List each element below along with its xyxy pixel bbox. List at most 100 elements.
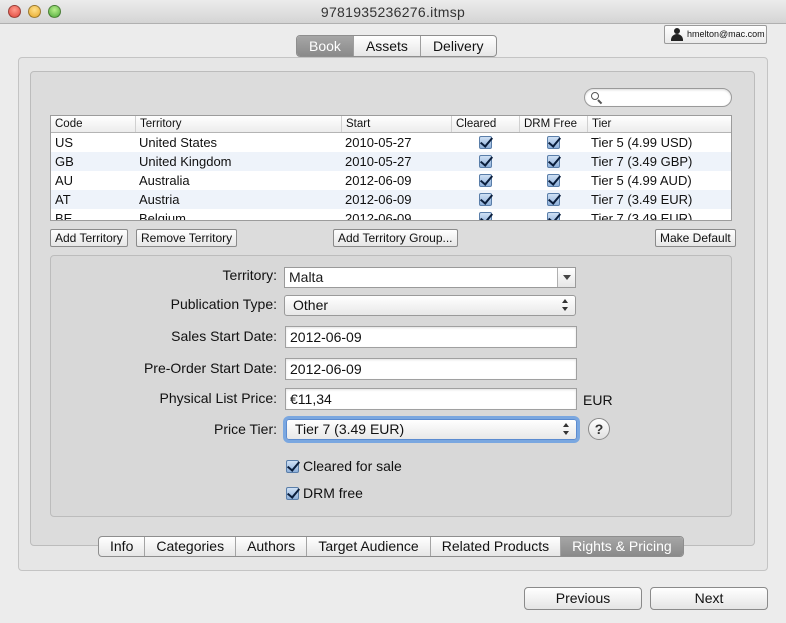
drm-free-checkbox[interactable] <box>546 155 560 168</box>
preorder-start-field[interactable]: 2012-06-09 <box>285 358 577 380</box>
price-tier-label: Price Tier: <box>213 421 277 437</box>
cleared-checkbox[interactable] <box>478 174 492 187</box>
column-start[interactable]: Start <box>341 116 451 132</box>
drm-free-checkbox[interactable] <box>286 486 299 500</box>
tab-book[interactable]: Book <box>297 36 354 56</box>
cell-start: 2010-05-27 <box>345 154 412 169</box>
tab-authors[interactable]: Authors <box>236 537 308 556</box>
user-avatar-icon <box>671 28 683 41</box>
price-tier-value: Tier 7 (3.49 EUR) <box>295 421 405 437</box>
publication-type-label: Publication Type: <box>170 296 277 312</box>
drm-free-checkbox[interactable] <box>546 212 560 220</box>
table-row[interactable]: AU Australia 2012-06-09 Tier 5 (4.99 AUD… <box>51 171 731 190</box>
cell-tier: Tier 7 (3.49 GBP) <box>591 154 693 169</box>
cell-territory: Belgium <box>139 211 186 221</box>
physical-list-price-field[interactable]: €11,34 <box>285 388 577 410</box>
column-cleared[interactable]: Cleared <box>451 116 519 132</box>
cleared-for-sale-checkbox[interactable] <box>286 459 299 473</box>
publication-type-value: Other <box>293 297 329 313</box>
territory-label: Territory: <box>222 267 277 283</box>
drm-free-checkbox[interactable] <box>546 174 560 187</box>
user-account-button[interactable]: hmelton@mac.com <box>664 25 767 44</box>
table-row[interactable]: GB United Kingdom 2010-05-27 Tier 7 (3.4… <box>51 152 731 171</box>
remove-territory-button[interactable]: Remove Territory <box>136 229 238 247</box>
add-territory-group-button[interactable]: Add Territory Group... <box>333 229 458 247</box>
territory-combobox[interactable]: Malta <box>284 267 576 288</box>
tab-delivery[interactable]: Delivery <box>421 36 496 56</box>
cleared-for-sale-option[interactable]: Cleared for sale <box>286 458 402 474</box>
cell-drm-free <box>519 133 587 152</box>
sales-start-field[interactable]: 2012-06-09 <box>285 326 577 348</box>
top-tab-bar: Book Assets Delivery <box>296 35 497 57</box>
help-button[interactable]: ? <box>588 418 610 440</box>
drm-free-label: DRM free <box>303 485 363 501</box>
cleared-checkbox[interactable] <box>478 136 492 149</box>
cell-code: US <box>55 135 74 150</box>
cell-drm-free <box>519 209 587 220</box>
cell-code: BE <box>55 211 73 221</box>
cell-drm-free <box>519 171 587 190</box>
tab-categories[interactable]: Categories <box>145 537 237 556</box>
cell-cleared <box>451 190 519 209</box>
preorder-start-label: Pre-Order Start Date: <box>143 360 277 376</box>
cell-drm-free <box>519 190 587 209</box>
cell-tier: Tier 7 (3.49 EUR) <box>591 192 693 207</box>
cell-start: 2012-06-09 <box>345 192 412 207</box>
price-tier-select[interactable]: Tier 7 (3.49 EUR) <box>286 419 577 440</box>
cell-cleared <box>451 171 519 190</box>
cell-tier: Tier 5 (4.99 USD) <box>591 135 693 150</box>
search-input[interactable] <box>605 90 725 105</box>
window-title: 9781935236276.itmsp <box>320 4 466 20</box>
cell-territory: United States <box>139 135 218 150</box>
cell-start: 2010-05-27 <box>345 135 412 150</box>
cell-code: AT <box>55 192 71 207</box>
physical-list-price-label: Physical List Price: <box>159 390 277 406</box>
tab-info[interactable]: Info <box>99 537 146 556</box>
column-territory[interactable]: Territory <box>135 116 341 132</box>
cleared-for-sale-label: Cleared for sale <box>303 458 402 474</box>
table-row[interactable]: BE Belgium 2012-06-09 Tier 7 (3.49 EUR) <box>51 209 731 221</box>
drm-free-checkbox[interactable] <box>546 193 560 206</box>
cell-code: GB <box>55 154 74 169</box>
cell-cleared <box>451 133 519 152</box>
cell-territory: United Kingdom <box>139 154 232 169</box>
cell-start: 2012-06-09 <box>345 211 412 221</box>
publication-type-select[interactable]: Other <box>284 295 576 316</box>
add-territory-button[interactable]: Add Territory <box>50 229 128 247</box>
tab-assets[interactable]: Assets <box>354 36 421 56</box>
cell-tier: Tier 7 (3.49 EUR) <box>591 211 693 221</box>
cell-territory: Austria <box>139 192 180 207</box>
previous-button[interactable]: Previous <box>524 587 642 610</box>
column-tier[interactable]: Tier <box>587 116 731 132</box>
make-default-button[interactable]: Make Default <box>655 229 736 247</box>
column-drm-free[interactable]: DRM Free <box>519 116 587 132</box>
cell-cleared <box>451 209 519 220</box>
next-button[interactable]: Next <box>650 587 768 610</box>
tab-target-audience[interactable]: Target Audience <box>307 537 431 556</box>
cell-drm-free <box>519 152 587 171</box>
chevron-down-icon[interactable] <box>557 268 575 287</box>
updown-arrows-icon <box>563 423 570 436</box>
table-header: Code Territory Start Cleared DRM Free Ti… <box>51 116 731 133</box>
sales-start-label: Sales Start Date: <box>171 328 277 344</box>
territory-search[interactable] <box>584 88 732 107</box>
drm-free-option[interactable]: DRM free <box>286 485 363 501</box>
territory-value: Malta <box>289 269 324 285</box>
column-code[interactable]: Code <box>51 116 135 132</box>
title-bar: 9781935236276.itmsp <box>0 0 786 24</box>
tab-related-products[interactable]: Related Products <box>431 537 562 556</box>
cleared-checkbox[interactable] <box>478 155 492 168</box>
currency-label: EUR <box>583 392 613 408</box>
cell-start: 2012-06-09 <box>345 173 412 188</box>
bottom-tab-bar: Info Categories Authors Target Audience … <box>98 536 684 557</box>
table-row[interactable]: US United States 2010-05-27 Tier 5 (4.99… <box>51 133 731 152</box>
table-row[interactable]: AT Austria 2012-06-09 Tier 7 (3.49 EUR) <box>51 190 731 209</box>
drm-free-checkbox[interactable] <box>546 136 560 149</box>
cleared-checkbox[interactable] <box>478 193 492 206</box>
cleared-checkbox[interactable] <box>478 212 492 220</box>
territory-table: Code Territory Start Cleared DRM Free Ti… <box>50 115 732 221</box>
tab-rights-pricing[interactable]: Rights & Pricing <box>561 537 683 556</box>
cell-cleared <box>451 152 519 171</box>
user-name: hmelton@mac.com <box>687 29 765 39</box>
updown-arrows-icon <box>562 299 569 312</box>
